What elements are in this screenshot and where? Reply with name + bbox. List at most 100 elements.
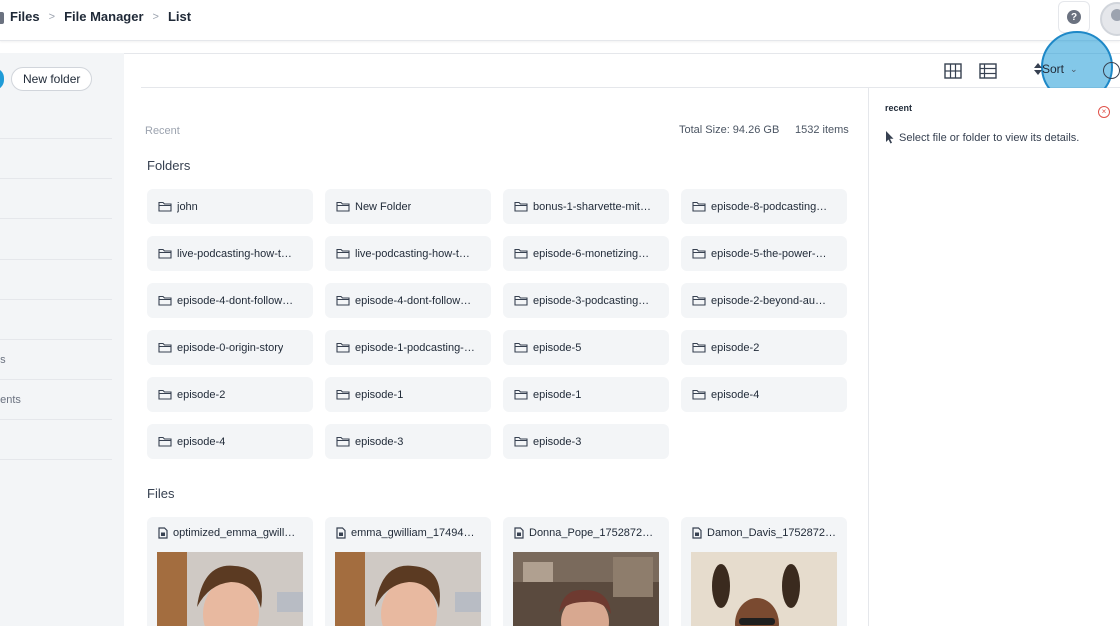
folder-icon xyxy=(336,201,350,212)
details-title: recent xyxy=(885,103,913,113)
file-icon xyxy=(692,527,702,539)
file-name: Damon_Davis_1752872… xyxy=(707,527,837,539)
folder-name: episode-8-podcasting… xyxy=(711,200,828,213)
folder-card[interactable]: episode-1 xyxy=(325,377,491,412)
folder-card[interactable]: bonus-1-sharvette-mit… xyxy=(503,189,669,224)
folder-card[interactable]: john xyxy=(147,189,313,224)
folder-icon xyxy=(158,248,172,259)
folder-name: episode-5 xyxy=(533,341,582,354)
files-heading: Files xyxy=(147,486,175,501)
folder-icon xyxy=(514,201,528,212)
breadcrumb: Files > File Manager > List xyxy=(10,9,191,24)
folder-card[interactable]: live-podcasting-how-t… xyxy=(147,236,313,271)
folder-icon xyxy=(336,389,350,400)
folder-name: episode-4 xyxy=(177,435,226,448)
sort-label: Sort xyxy=(1042,62,1065,76)
folder-icon xyxy=(514,342,528,353)
folder-name: episode-2 xyxy=(177,388,226,401)
total-size: Total Size: 94.26 GB xyxy=(679,124,780,136)
folder-card[interactable]: episode-0-origin-story xyxy=(147,330,313,365)
file-card[interactable]: emma_gwilliam_17494… xyxy=(325,517,491,626)
sidebar-item[interactable]: d xyxy=(0,420,112,460)
folder-name: episode-1-podcasting-… xyxy=(355,341,475,354)
file-card[interactable]: Damon_Davis_1752872… xyxy=(681,517,847,626)
folders-heading: Folders xyxy=(147,158,191,173)
folder-name: episode-1 xyxy=(355,388,404,401)
folder-name: episode-2-beyond-au… xyxy=(711,294,826,307)
folder-name: bonus-1-sharvette-mit… xyxy=(533,200,651,213)
item-count: 1532 items xyxy=(795,124,849,136)
sort-button[interactable]: Sort ⌄ xyxy=(1034,62,1078,76)
folder-card[interactable]: live-podcasting-how-t… xyxy=(325,236,491,271)
folder-card[interactable]: episode-2-beyond-au… xyxy=(681,283,847,318)
breadcrumb-file-manager[interactable]: File Manager xyxy=(64,9,143,24)
folder-name: episode-1 xyxy=(533,388,582,401)
sidebar-item[interactable] xyxy=(0,179,112,219)
folder-name: episode-3-podcasting… xyxy=(533,294,650,307)
folder-card[interactable]: episode-1-podcasting-… xyxy=(325,330,491,365)
folder-card[interactable]: episode-6-monetizing… xyxy=(503,236,669,271)
sidebar-item[interactable] xyxy=(0,139,112,179)
sidebar-item[interactable]: nents xyxy=(0,380,112,420)
list-view-icon[interactable] xyxy=(979,63,997,79)
sidebar-item[interactable]: s xyxy=(0,260,112,300)
folder-icon xyxy=(514,295,528,306)
folder-name: live-podcasting-how-t… xyxy=(177,247,292,260)
close-icon[interactable]: × xyxy=(1098,106,1110,118)
folder-card[interactable]: episode-8-podcasting… xyxy=(681,189,847,224)
chevron-right-icon: > xyxy=(48,10,56,23)
folder-card[interactable]: episode-2 xyxy=(681,330,847,365)
folder-card[interactable]: episode-5 xyxy=(503,330,669,365)
folder-card[interactable]: episode-3-podcasting… xyxy=(503,283,669,318)
file-card[interactable]: Donna_Pope_1752872… xyxy=(503,517,669,626)
folder-icon xyxy=(158,201,172,212)
sidebar-item[interactable] xyxy=(0,300,112,340)
toolbar: Sort ⌄ xyxy=(141,31,1120,103)
breadcrumb-list[interactable]: List xyxy=(168,9,191,24)
folder-card[interactable]: episode-4 xyxy=(147,424,313,459)
avatar[interactable] xyxy=(1100,2,1120,36)
help-button[interactable]: ? xyxy=(1058,1,1090,33)
folder-card[interactable]: episode-3 xyxy=(503,424,669,459)
upload-button[interactable] xyxy=(0,68,4,90)
file-name: emma_gwilliam_17494… xyxy=(351,527,475,539)
folder-name: live-podcasting-how-t… xyxy=(355,247,470,260)
folder-icon xyxy=(336,436,350,447)
folder-icon xyxy=(158,389,172,400)
file-card[interactable]: optimized_emma_gwill… xyxy=(147,517,313,626)
details-hint-text: Select file or folder to view its detail… xyxy=(899,131,1080,144)
folder-card[interactable]: episode-5-the-power-… xyxy=(681,236,847,271)
grid-view-icon[interactable] xyxy=(944,63,962,79)
folder-name: episode-4-dont-follow… xyxy=(355,294,472,307)
folder-card[interactable]: episode-4 xyxy=(681,377,847,412)
folder-name: episode-2 xyxy=(711,341,760,354)
sidebar-item[interactable]: s xyxy=(0,99,112,139)
content-area: Recent Total Size: 94.26 GB 1532 items F… xyxy=(141,88,869,626)
folder-card[interactable]: episode-2 xyxy=(147,377,313,412)
video-thumbnail xyxy=(157,552,303,626)
folder-name: episode-4-dont-follow… xyxy=(177,294,294,307)
folder-name: john xyxy=(177,200,198,213)
chevron-right-icon: > xyxy=(152,10,159,23)
file-icon xyxy=(514,527,524,539)
details-panel: recent × Select file or folder to view i… xyxy=(868,88,1120,626)
sidebar-item[interactable] xyxy=(0,220,112,260)
file-grid: optimized_emma_gwill… emma_gwilliam_1749… xyxy=(147,517,849,626)
folder-card[interactable]: episode-4-dont-follow… xyxy=(147,283,313,318)
top-bar: Files > File Manager > List ? xyxy=(0,0,1120,41)
info-icon[interactable] xyxy=(1103,62,1120,79)
sidebar-item[interactable]: es xyxy=(0,340,112,380)
new-folder-button[interactable]: New folder xyxy=(11,67,93,91)
video-thumbnail xyxy=(691,552,837,626)
folder-name: episode-4 xyxy=(711,388,760,401)
folder-card[interactable]: episode-3 xyxy=(325,424,491,459)
cursor-icon xyxy=(886,131,894,144)
sort-arrows-icon xyxy=(1034,63,1042,75)
breadcrumb-files[interactable]: Files xyxy=(10,9,40,24)
folder-icon xyxy=(336,295,350,306)
folder-card[interactable]: episode-4-dont-follow… xyxy=(325,283,491,318)
folder-card[interactable]: episode-1 xyxy=(503,377,669,412)
recent-label: Recent xyxy=(145,125,180,137)
folder-card[interactable]: New Folder xyxy=(325,189,491,224)
folder-icon xyxy=(514,389,528,400)
